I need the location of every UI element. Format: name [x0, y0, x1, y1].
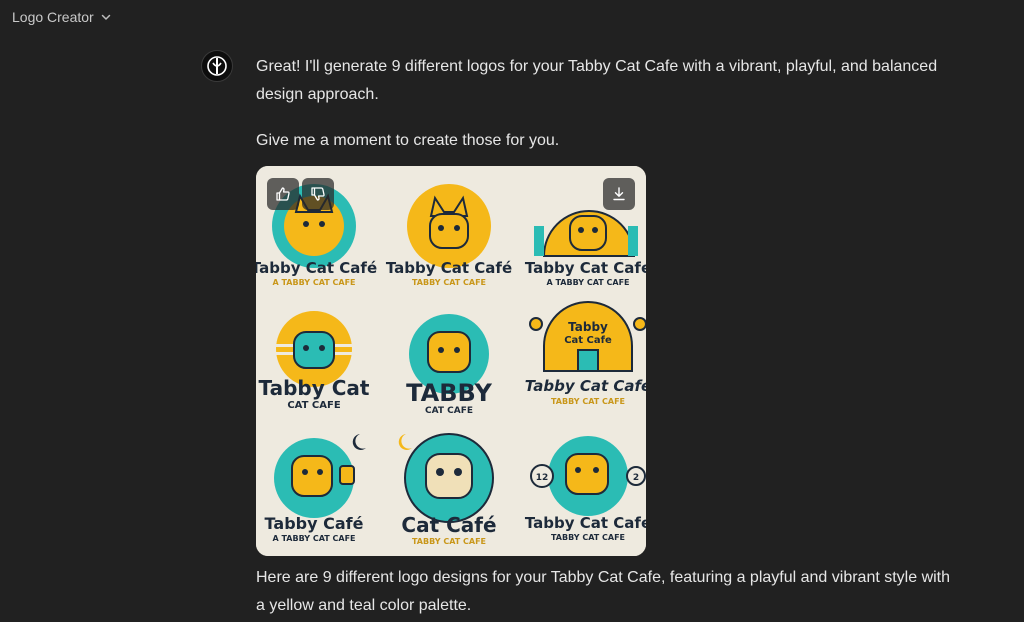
like-image-button[interactable]: [267, 178, 299, 210]
logo-1-title: Tabby Cat Café: [256, 259, 377, 277]
logo-9-badge-left: 12: [536, 473, 549, 483]
logo-2-title: Tabby Cat Café: [386, 259, 512, 277]
app-title: Logo Creator: [12, 9, 94, 25]
download-image-button[interactable]: [603, 178, 635, 210]
thumbs-down-icon: [311, 187, 325, 201]
top-bar: Logo Creator: [0, 0, 1024, 34]
logo-4-subtitle: CAT CAFE: [287, 400, 341, 411]
logo-8-title: Cat Café: [401, 513, 496, 537]
logo-5-title: TABBY: [406, 379, 492, 407]
chevron-down-icon: [101, 14, 110, 20]
logo-8-subtitle: TABBY CAT CAFE: [412, 537, 486, 546]
logo-9-badge-right: 2: [633, 473, 639, 483]
logo-9-subtitle: TABBY CAT CAFE: [551, 533, 625, 542]
download-icon: [613, 187, 625, 201]
dislike-image-button[interactable]: [302, 178, 334, 210]
logo-6-title: Tabby Cat Cafe: [525, 377, 646, 395]
logo-3-subtitle: A TABBY CAT CAFE: [546, 278, 629, 287]
logo-6-subtitle: TABBY CAT CAFE: [551, 397, 625, 406]
logo-5-subtitle: CAT CAFE: [425, 406, 473, 416]
logo-3-title: Tabby Cat Cafe: [525, 259, 646, 277]
logo-2-subtitle: TABBY CAT CAFE: [412, 278, 486, 287]
logo-1-subtitle: A TABBY CAT CAFE: [272, 278, 355, 287]
logo-6-sign-bottom: Cat Cafe: [564, 335, 612, 346]
thumbs-up-icon: [276, 187, 290, 201]
logo-creator-avatar-icon: [207, 56, 227, 76]
logo-9-title: Tabby Cat Cafe: [525, 514, 646, 532]
assistant-avatar: [201, 50, 233, 82]
model-selector[interactable]: Logo Creator: [12, 6, 112, 28]
logo-tile-5: TABBY CAT CAFE: [406, 314, 492, 416]
logo-6-sign-top: Tabby: [568, 320, 608, 334]
logo-4-title: Tabby Cat: [259, 376, 370, 400]
assistant-message-wait: Give me a moment to create those for you…: [256, 132, 560, 149]
logo-tile-8: Cat Café TABBY CAT CAFE: [398, 433, 497, 546]
logo-7-subtitle: A TABBY CAT CAFE: [272, 534, 355, 543]
assistant-message-intro: Great! I'll generate 9 different logos f…: [256, 58, 938, 103]
generated-logo-image[interactable]: Tabby Cat Café A TABBY CAT CAFE Tabby Ca…: [256, 166, 646, 556]
logo-7-title: Tabby Café: [265, 514, 364, 533]
assistant-message-result: Here are 9 different logo designs for yo…: [256, 569, 951, 614]
